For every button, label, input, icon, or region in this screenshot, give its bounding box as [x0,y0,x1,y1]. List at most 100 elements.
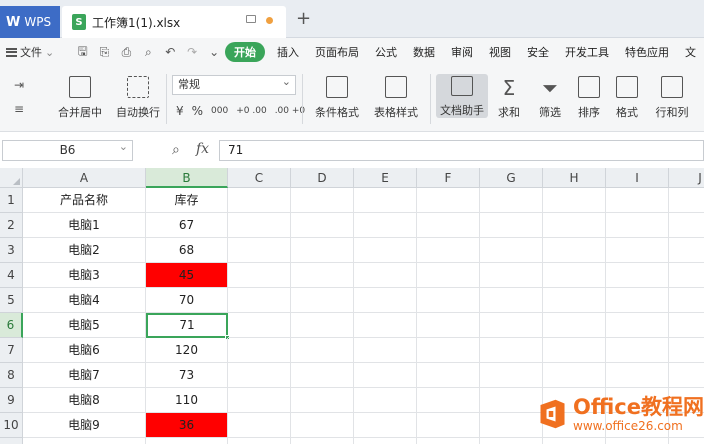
cell-stock[interactable]: 67 [146,213,228,238]
cell-product-name[interactable]: 产品名称 [23,188,146,213]
cell-empty[interactable] [480,338,543,363]
menu-tab-page-layout[interactable]: 页面布局 [307,44,367,60]
row-header[interactable]: 6 [0,313,23,338]
cell-empty[interactable] [417,238,480,263]
cell-empty[interactable] [480,238,543,263]
fx-icon[interactable]: fx [196,141,209,157]
cell-empty[interactable] [23,438,146,444]
cell-product-name[interactable]: 电脑5 [23,313,146,338]
column-header-e[interactable]: E [354,168,417,188]
select-all-corner[interactable] [0,168,23,188]
cell-empty[interactable] [228,388,291,413]
menu-tab-developer[interactable]: 开发工具 [557,44,617,60]
menu-tab-features[interactable]: 特色应用 [617,44,677,60]
cell-empty[interactable] [543,238,606,263]
cell-product-name[interactable]: 电脑7 [23,363,146,388]
column-header-b[interactable]: B [146,168,228,188]
cell-stock[interactable]: 110 [146,388,228,413]
cell-empty[interactable] [669,213,704,238]
row-col-button[interactable]: 行和列 [650,76,694,120]
cell-empty[interactable] [606,313,669,338]
cell-empty[interactable] [228,438,291,444]
cell-empty[interactable] [228,238,291,263]
row-header[interactable]: 4 [0,263,23,288]
row-header[interactable]: 7 [0,338,23,363]
menu-tab-review[interactable]: 审阅 [443,44,481,60]
cell-empty[interactable] [354,263,417,288]
cell-empty[interactable] [543,188,606,213]
menu-tab-formulas[interactable]: 公式 [367,44,405,60]
cell-empty[interactable] [669,188,704,213]
cell-empty[interactable] [606,213,669,238]
row-header[interactable]: 10 [0,413,23,438]
cell-product-name[interactable]: 电脑1 [23,213,146,238]
merge-center-button[interactable]: 合并居中 [52,76,108,120]
column-header-d[interactable]: D [291,168,354,188]
cell-empty[interactable] [291,213,354,238]
cell-empty[interactable] [354,213,417,238]
table-style-button[interactable]: 表格样式 [368,76,424,120]
cell-empty[interactable] [146,438,228,444]
cell-empty[interactable] [291,238,354,263]
cell-empty[interactable] [354,238,417,263]
unsaved-dot-icon[interactable] [266,17,273,24]
menu-tab-security[interactable]: 安全 [519,44,557,60]
cell-empty[interactable] [417,413,480,438]
column-header-i[interactable]: I [606,168,669,188]
cell-stock[interactable]: 库存 [146,188,228,213]
cell-empty[interactable] [543,263,606,288]
cell-empty[interactable] [480,288,543,313]
cell-empty[interactable] [669,238,704,263]
cell-empty[interactable] [354,338,417,363]
cell-empty[interactable] [354,363,417,388]
cell-empty[interactable] [291,188,354,213]
cell-empty[interactable] [417,338,480,363]
cell-empty[interactable] [417,288,480,313]
cell-empty[interactable] [480,188,543,213]
cell-empty[interactable] [606,188,669,213]
cell-empty[interactable] [543,288,606,313]
filter-button[interactable]: ⏷ 筛选 [532,76,568,120]
cell-empty[interactable] [417,363,480,388]
new-tab-button[interactable]: + [296,8,311,29]
cell-empty[interactable] [291,288,354,313]
doc-assistant-button[interactable]: 文档助手 [436,74,488,118]
cell-product-name[interactable]: 电脑3 [23,263,146,288]
cell-empty[interactable] [480,438,543,444]
monitor-icon[interactable] [246,15,256,23]
cell-stock[interactable]: 73 [146,363,228,388]
cell-stock[interactable]: 71 [146,313,228,338]
cell-empty[interactable] [480,413,543,438]
formula-input[interactable]: 71 [219,140,704,161]
cell-empty[interactable] [480,313,543,338]
currency-button[interactable]: ¥ [176,104,184,118]
cell-empty[interactable] [417,213,480,238]
cell-empty[interactable] [669,288,704,313]
row-header[interactable]: 2 [0,213,23,238]
sum-button[interactable]: Σ 求和 [492,76,526,120]
indent-icon[interactable]: ⇥ [14,78,24,92]
cell-empty[interactable] [543,213,606,238]
cell-empty[interactable] [291,313,354,338]
menu-tab-insert[interactable]: 插入 [269,44,307,60]
cell-stock[interactable]: 68 [146,238,228,263]
percent-button[interactable]: % [192,104,203,118]
row-header[interactable]: 5 [0,288,23,313]
cell-product-name[interactable]: 电脑6 [23,338,146,363]
cell-empty[interactable] [417,438,480,444]
cell-empty[interactable] [417,388,480,413]
row-header[interactable]: 3 [0,238,23,263]
cell-empty[interactable] [291,438,354,444]
cell-empty[interactable] [228,213,291,238]
cell-empty[interactable] [354,313,417,338]
file-menu-button[interactable]: 文件 ⌄ [0,44,72,60]
menu-tab-home[interactable]: 开始 [225,42,266,62]
cell-product-name[interactable]: 电脑8 [23,388,146,413]
cell-empty[interactable] [480,213,543,238]
cell-stock[interactable]: 45 [146,263,228,288]
cell-empty[interactable] [480,263,543,288]
cell-empty[interactable] [354,413,417,438]
undo-icon[interactable]: ↶ [159,45,181,59]
cell-empty[interactable] [228,288,291,313]
print-preview-icon[interactable]: ⌕ [137,45,159,60]
